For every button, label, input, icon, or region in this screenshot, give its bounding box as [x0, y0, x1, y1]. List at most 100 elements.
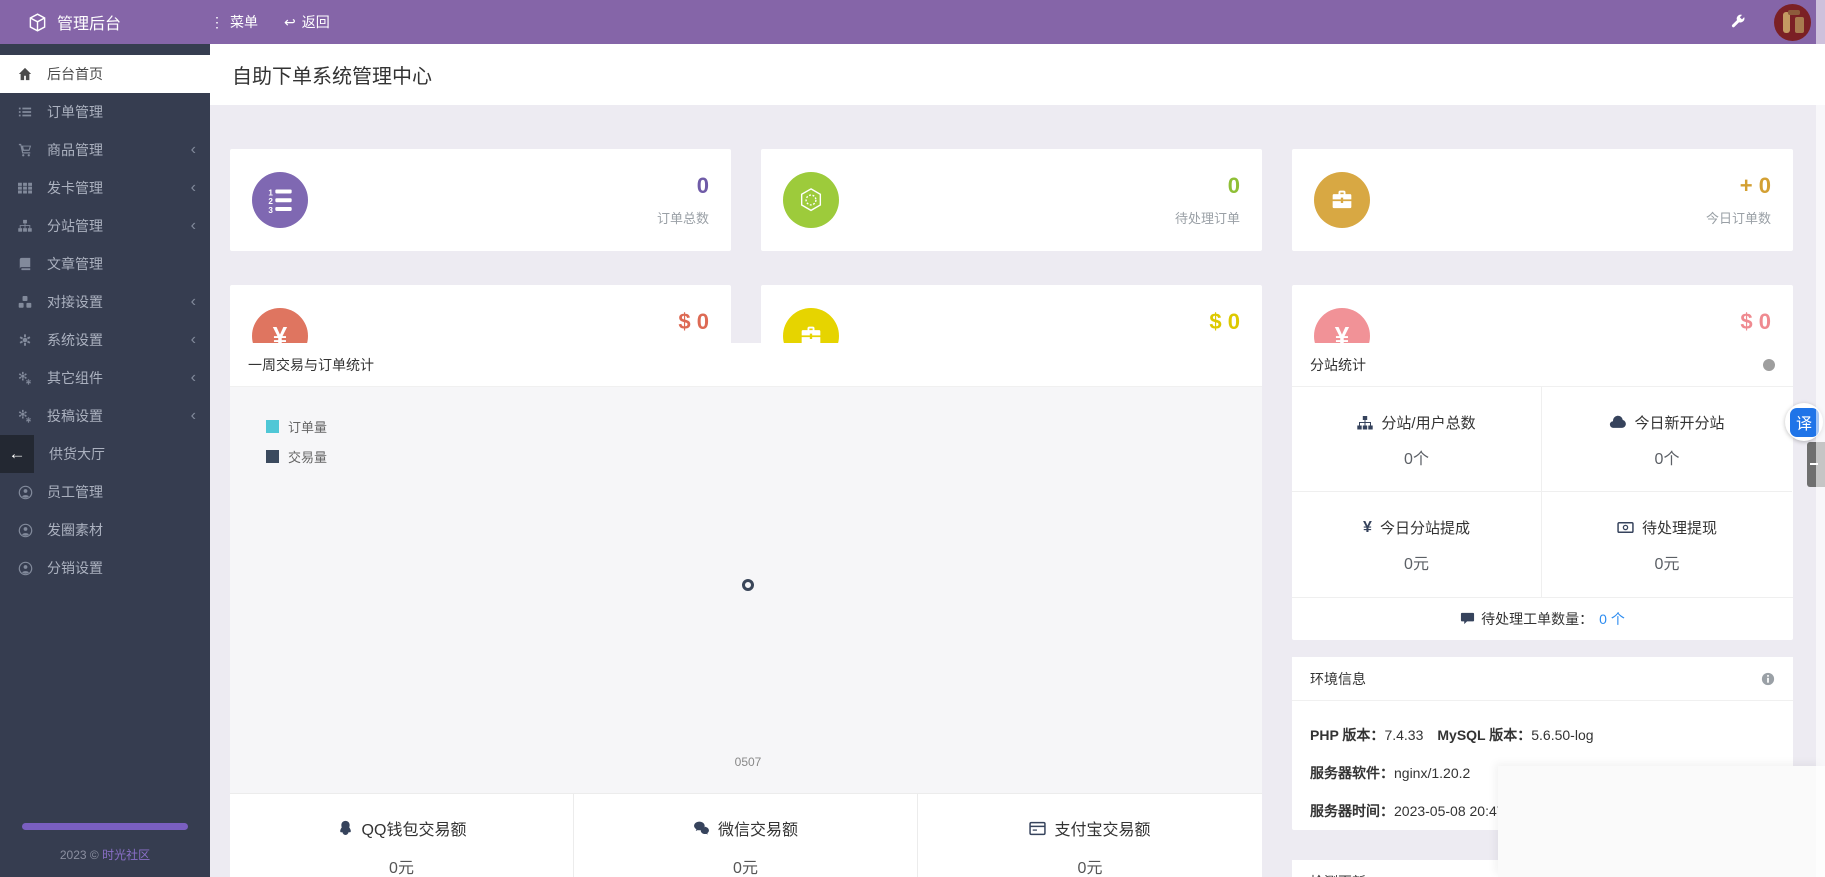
qq-penguin-icon	[337, 820, 354, 837]
payment-value: 0元	[733, 860, 758, 877]
pending-tickets-label: 待处理工单数量：	[1481, 610, 1594, 627]
gear-icon	[15, 333, 35, 347]
sidebar-item-products[interactable]: 商品管理 ‹	[0, 131, 210, 169]
payment-value: 0元	[1077, 860, 1103, 877]
branch-cell-value: 0个	[1404, 451, 1429, 468]
sidebar-item-submission-settings[interactable]: 投稿设置 ‹	[0, 397, 210, 435]
footer-year: 2023 ©	[59, 848, 99, 862]
branch-cell-value: 0元	[1404, 556, 1429, 573]
brand-logo[interactable]: 管理后台	[0, 0, 210, 44]
wechat-icon	[693, 820, 710, 837]
user-circle-icon	[15, 523, 35, 538]
chevron-left-icon: ‹	[190, 369, 196, 386]
sidebar-item-moments-material[interactable]: 发圈素材	[0, 511, 210, 549]
sidebar-item-branches[interactable]: 分站管理 ‹	[0, 207, 210, 245]
payment-label: 支付宝交易额	[1054, 822, 1151, 839]
sidebar-item-label: 投稿设置	[47, 408, 103, 424]
cube-icon	[28, 12, 47, 32]
mysql-version-value: 5.6.50-log	[1531, 727, 1594, 743]
cubes-icon	[15, 295, 35, 309]
sidebar-item-staff[interactable]: 员工管理	[0, 473, 210, 511]
legend-item-volume[interactable]: 交易量	[266, 447, 327, 466]
sidebar-item-label: 对接设置	[47, 294, 103, 310]
sidebar-item-other-components[interactable]: 其它组件 ‹	[0, 359, 210, 397]
user-avatar[interactable]	[1774, 3, 1811, 41]
branch-cell-label: 待处理提现	[1641, 520, 1717, 537]
server-time-value: 2023-05-08 20:47:	[1394, 803, 1509, 819]
legend-item-orders[interactable]: 订单量	[266, 417, 327, 436]
wrench-icon[interactable]	[1730, 14, 1746, 30]
footer-brand-link[interactable]: 时光社区	[102, 848, 150, 862]
chevron-left-icon: ‹	[190, 293, 196, 310]
chevron-left-icon: ‹	[190, 217, 196, 234]
x-axis-tick: 0507	[734, 755, 762, 769]
sidebar-item-label: 发卡管理	[47, 180, 103, 196]
chevron-left-icon: ‹	[190, 331, 196, 348]
chart-legend: 订单量 交易量	[266, 417, 327, 477]
env-panel-title: 环境信息	[1310, 670, 1366, 687]
server-software-label: 服务器软件：	[1310, 765, 1394, 781]
branch-cell-label: 今日新开分站	[1634, 415, 1725, 432]
page-title-bar: 自助下单系统管理中心	[210, 44, 1825, 105]
sidebar-item-cards[interactable]: 发卡管理 ‹	[0, 169, 210, 207]
pending-tickets-row: 待处理工单数量： 0 个	[1292, 597, 1793, 639]
stat-value: 0	[696, 173, 709, 199]
sidebar-item-label: 文章管理	[47, 256, 103, 272]
grid-icon	[15, 181, 35, 195]
payment-col-qq: QQ钱包交易额 0元	[230, 794, 574, 877]
chevron-left-icon: ‹	[190, 179, 196, 196]
stat-card-pending-orders: 0 待处理订单	[761, 149, 1262, 251]
env-row-php-mysql: PHP 版本：7.4.33 MySQL 版本：5.6.50-log	[1310, 725, 1775, 745]
payment-col-wechat: 微信交易额 0元	[574, 794, 918, 877]
pending-tickets-value: 0 个	[1599, 610, 1625, 627]
sidebar-scroll-indicator[interactable]	[22, 823, 188, 830]
cart-icon	[15, 143, 35, 157]
menu-button[interactable]: ⋮ 菜单	[210, 12, 258, 32]
stat-label: 今日订单数	[1705, 210, 1771, 226]
stat-value: $ 0	[1209, 309, 1240, 335]
ordered-list-icon: 123	[252, 172, 308, 228]
sidebar-item-integration[interactable]: 对接设置 ‹	[0, 283, 210, 321]
weekly-chart-panel: 一周交易与订单统计 订单量 交易量 0507 QQ钱包交易额 0元 微信交易额 …	[230, 343, 1262, 877]
legend-label: 交易量	[288, 450, 328, 465]
sidebar-item-orders[interactable]: 订单管理	[0, 93, 210, 131]
cogs-icon	[15, 409, 35, 423]
sidebar-item-supply-hall[interactable]: ← 供货大厅	[0, 435, 210, 473]
payment-value: 0元	[389, 860, 414, 877]
info-icon	[1761, 672, 1775, 686]
book-icon	[15, 257, 35, 271]
sidebar-item-label: 其它组件	[47, 370, 103, 386]
menu-label: 菜单	[230, 14, 258, 30]
env-panel-header: 环境信息	[1292, 657, 1793, 701]
chart-area: 订单量 交易量 0507	[230, 387, 1262, 793]
sidebar-item-label: 分站管理	[47, 218, 103, 234]
stat-value: 0	[1227, 173, 1240, 199]
branch-panel-header: 分站统计	[1292, 343, 1793, 387]
branch-cell-label: 今日分站提成	[1379, 520, 1470, 537]
vertical-scrollbar[interactable]	[1816, 0, 1825, 877]
stat-value: $ 0	[1740, 309, 1771, 335]
back-arrow-icon: ↩	[284, 14, 296, 30]
svg-text:2: 2	[268, 197, 273, 206]
php-version-value: 7.4.33	[1384, 727, 1424, 743]
back-label: 返回	[301, 14, 330, 30]
collapse-arrow-button[interactable]: ←	[0, 435, 34, 473]
status-dot-icon	[1763, 358, 1775, 371]
user-circle-icon	[15, 485, 35, 500]
payment-label: 微信交易额	[717, 822, 798, 839]
sidebar-item-articles[interactable]: 文章管理	[0, 245, 210, 283]
sidebar-item-system-settings[interactable]: 系统设置 ‹	[0, 321, 210, 359]
stat-label: 待处理订单	[1174, 210, 1240, 226]
sidebar-item-home[interactable]: 后台首页	[0, 55, 210, 93]
home-icon	[15, 67, 35, 81]
back-button[interactable]: ↩ 返回	[284, 12, 330, 32]
server-time-label: 服务器时间：	[1310, 803, 1394, 819]
server-software-value: nginx/1.20.2	[1394, 765, 1471, 781]
sidebar-item-distribution-settings[interactable]: 分销设置	[0, 549, 210, 587]
chevron-left-icon: ‹	[190, 407, 196, 424]
stat-value: + 0	[1739, 173, 1771, 199]
sidebar-item-label: 供货大厅	[49, 446, 105, 462]
branch-cell-value: 0元	[1654, 556, 1680, 573]
payment-col-alipay: 支付宝交易额 0元	[918, 794, 1262, 877]
branch-cell-label: 分站/用户总数	[1381, 415, 1476, 432]
